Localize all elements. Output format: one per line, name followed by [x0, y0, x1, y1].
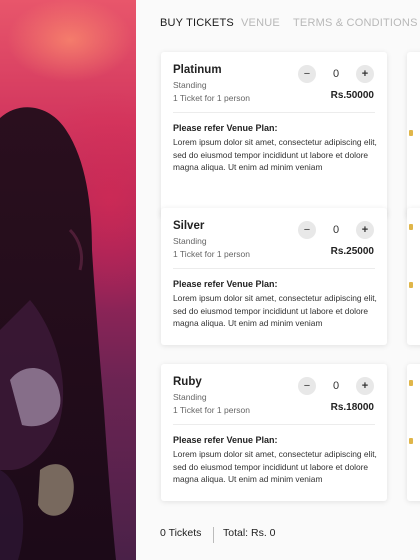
card-divider: [173, 268, 375, 269]
quantity-value: 0: [332, 68, 340, 80]
ticket-card-platinum: Platinum Standing 1 Ticket for 1 person …: [161, 52, 387, 217]
venue-plan-title: Please refer Venue Plan:: [173, 279, 278, 289]
performer-silhouette: [0, 107, 116, 560]
ticket-type: Standing: [173, 236, 207, 246]
highlight-mark: [409, 380, 413, 386]
tab-terms-conditions[interactable]: TERMS & CONDITIONS: [293, 17, 418, 29]
ticket-name: Ruby: [173, 376, 202, 388]
card-divider: [173, 424, 375, 425]
highlight-mark: [409, 130, 413, 136]
highlight-mark: [409, 282, 413, 288]
tab-venue[interactable]: VENUE: [241, 17, 280, 29]
card-divider: [173, 112, 375, 113]
ticket-price: Rs.18000: [330, 402, 374, 413]
quantity-stepper: − 0 +: [298, 377, 374, 395]
venue-plan-title: Please refer Venue Plan:: [173, 435, 278, 445]
ticket-card-next-column: [407, 208, 420, 345]
quantity-stepper: − 0 +: [298, 65, 374, 83]
ticket-capacity: 1 Ticket for 1 person: [173, 93, 251, 103]
venue-plan-text: Lorem ipsum dolor sit amet, consectetur …: [173, 137, 377, 173]
ticket-type: Standing: [173, 392, 207, 402]
tab-buy-tickets[interactable]: BUY TICKETS: [160, 17, 234, 29]
ticket-panel: BUY TICKETS VENUE TERMS & CONDITIONS Pla…: [136, 0, 420, 560]
minus-icon[interactable]: −: [298, 221, 316, 239]
ticket-price: Rs.25000: [330, 246, 374, 257]
ticket-capacity: 1 Ticket for 1 person: [173, 405, 251, 415]
highlight-mark: [409, 224, 413, 230]
quantity-value: 0: [332, 224, 340, 236]
ticket-price: Rs.50000: [330, 90, 374, 101]
ticket-name: Platinum: [173, 64, 222, 76]
summary-divider: [213, 527, 214, 543]
concert-hero-image: [0, 0, 136, 560]
ticket-card-ruby: Ruby Standing 1 Ticket for 1 person − 0 …: [161, 364, 387, 501]
ticket-card-next-column: [407, 52, 420, 217]
ticket-type: Standing: [173, 80, 207, 90]
ticket-count: 0 Tickets: [160, 527, 202, 539]
highlight-mark: [409, 438, 413, 444]
total-price: Total: Rs. 0: [223, 527, 276, 539]
venue-plan-text: Lorem ipsum dolor sit amet, consectetur …: [173, 449, 377, 485]
ticket-card-next-column: [407, 364, 420, 501]
venue-plan-title: Please refer Venue Plan:: [173, 123, 278, 133]
plus-icon[interactable]: +: [356, 377, 374, 395]
plus-icon[interactable]: +: [356, 65, 374, 83]
quantity-value: 0: [332, 380, 340, 392]
quantity-stepper: − 0 +: [298, 221, 374, 239]
plus-icon[interactable]: +: [356, 221, 374, 239]
ticket-card-silver: Silver Standing 1 Ticket for 1 person − …: [161, 208, 387, 345]
minus-icon[interactable]: −: [298, 65, 316, 83]
venue-plan-text: Lorem ipsum dolor sit amet, consectetur …: [173, 293, 377, 329]
ticket-capacity: 1 Ticket for 1 person: [173, 249, 251, 259]
minus-icon[interactable]: −: [298, 377, 316, 395]
ticket-name: Silver: [173, 220, 205, 232]
